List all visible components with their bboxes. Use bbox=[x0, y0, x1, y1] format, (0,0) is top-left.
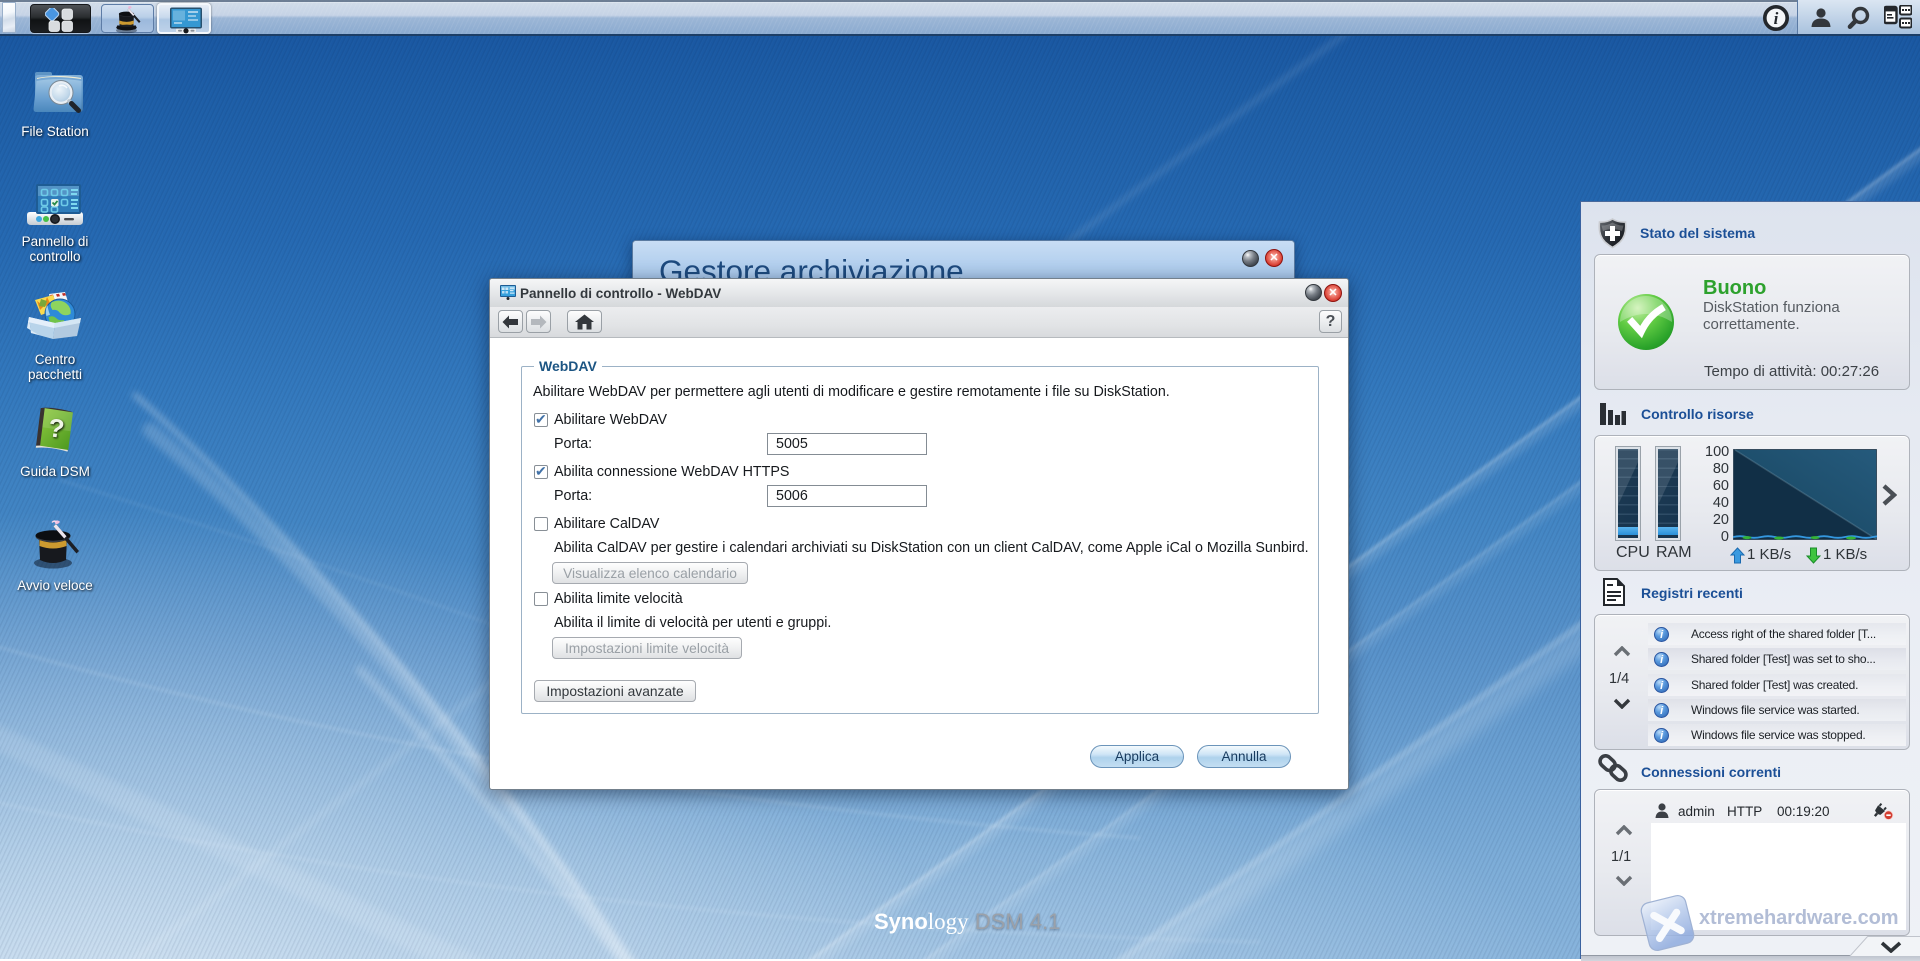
svg-text:i: i bbox=[1774, 9, 1779, 28]
